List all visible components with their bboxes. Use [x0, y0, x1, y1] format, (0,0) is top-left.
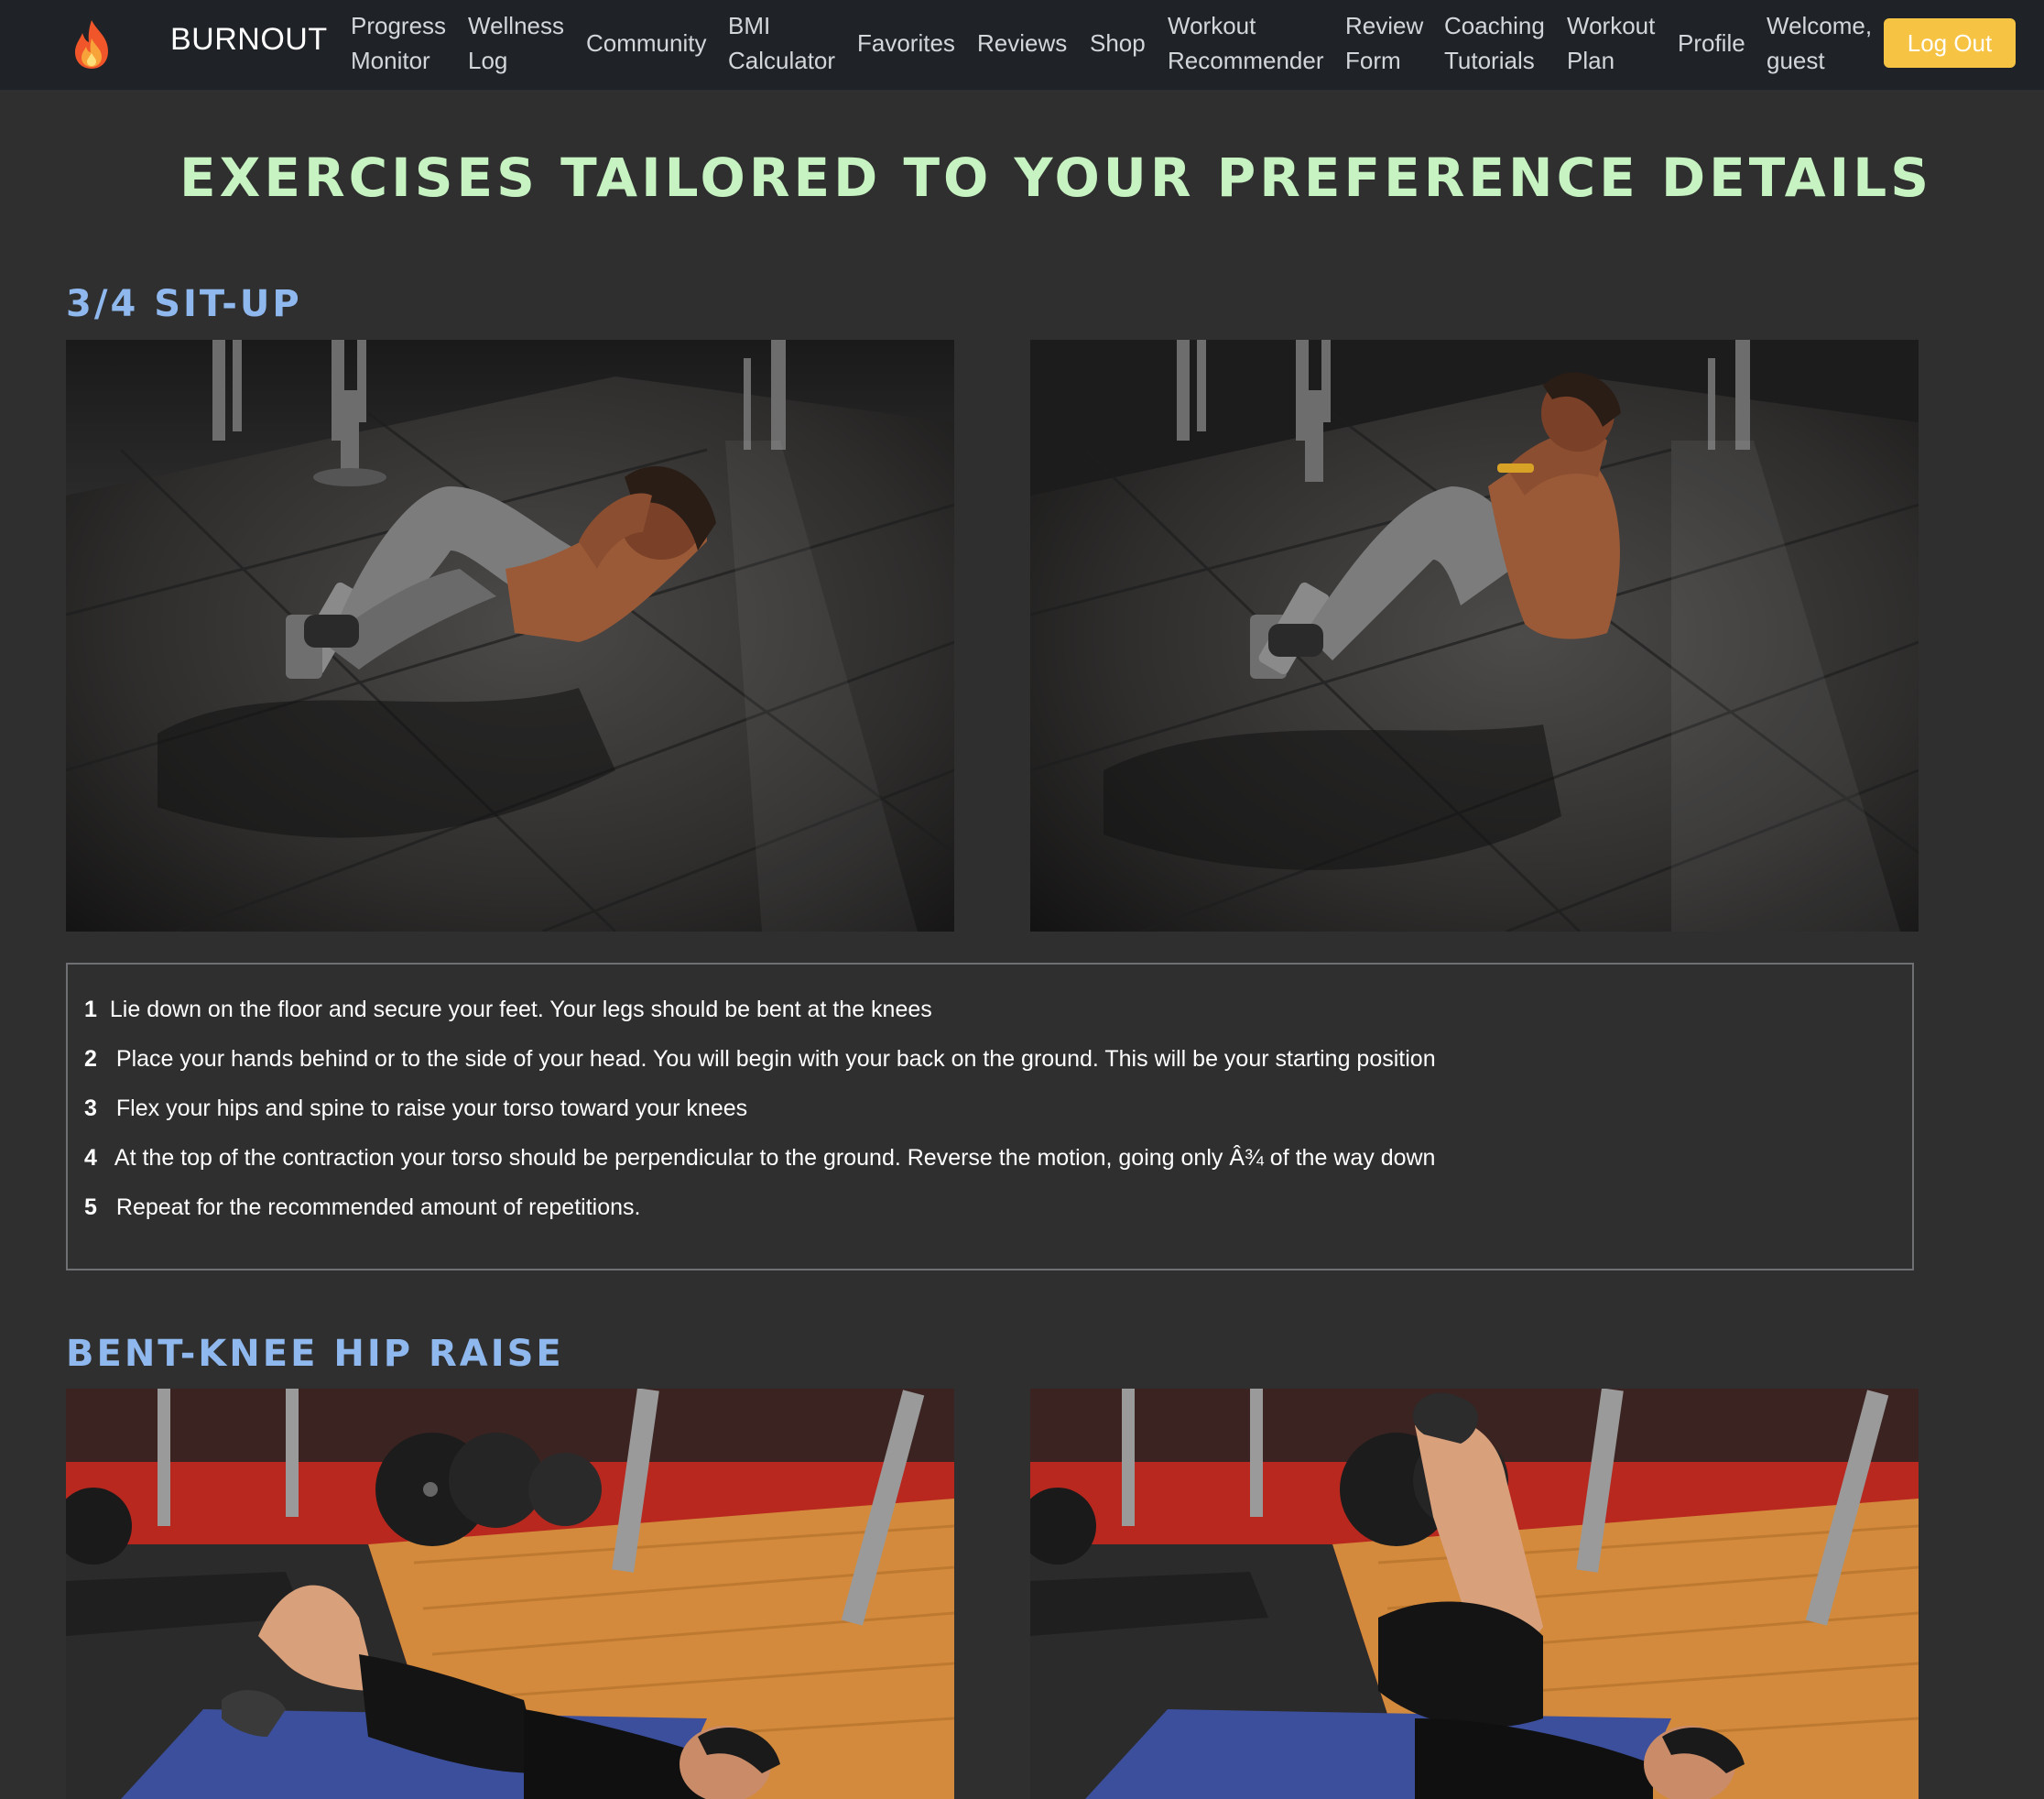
nav-reviews[interactable]: Reviews [977, 26, 1067, 60]
nav-bmi-calculator[interactable]: BMI Calculator [728, 8, 835, 78]
step-number: 1 [84, 997, 97, 1022]
nav-progress-monitor[interactable]: Progress Monitor [351, 8, 446, 78]
nav-shop[interactable]: Shop [1090, 26, 1146, 60]
step-number: 2 [84, 1046, 97, 1072]
step-text: Flex your hips and spine to raise your t… [115, 1096, 748, 1121]
nav-workout-plan[interactable]: Workout Plan [1567, 8, 1655, 78]
flame-icon[interactable] [70, 18, 114, 70]
brand-name[interactable]: BURNOUT [170, 22, 328, 58]
logout-button[interactable]: Log Out [1884, 18, 2016, 68]
exercise-photo-start [66, 340, 954, 932]
step-text: Place your hands behind or to the side o… [115, 1046, 1436, 1072]
step-item: 5 Repeat for the recommended amount of re… [84, 1194, 640, 1221]
top-navbar: BURNOUT Progress Monitor Wellness Log Co… [0, 0, 2044, 91]
nav-favorites[interactable]: Favorites [857, 26, 955, 60]
exercise-photo-start [66, 1389, 954, 1799]
exercise-steps: 1 Lie down on the floor and secure your f… [66, 963, 1914, 1270]
step-item: 2 Place your hands behind or to the side … [84, 1046, 1436, 1073]
step-text: At the top of the contraction your torso… [114, 1145, 1436, 1171]
nav-profile[interactable]: Profile [1678, 26, 1745, 60]
exercise-photo-end [1030, 340, 1919, 932]
step-text: Lie down on the floor and secure your fe… [109, 997, 932, 1022]
nav-coaching-tutorials[interactable]: Coaching Tutorials [1444, 8, 1545, 78]
nav-workout-recommender[interactable]: Workout Recommender [1168, 8, 1324, 78]
step-item: 1 Lie down on the floor and secure your f… [84, 997, 932, 1023]
page-title: EXERCISES TAILORED TO YOUR PREFERENCE DE… [179, 147, 1932, 209]
step-number: 4 [84, 1145, 97, 1171]
step-item: 4 At the top of the contraction your tors… [84, 1145, 1435, 1172]
step-number: 3 [84, 1096, 97, 1121]
nav-wellness-log[interactable]: Wellness Log [468, 8, 564, 78]
welcome-text: Welcome, guest [1767, 12, 1873, 74]
step-number: 5 [84, 1194, 97, 1220]
exercise-photo-end [1030, 1389, 1919, 1799]
nav-review-form[interactable]: Review Form [1345, 8, 1423, 78]
nav-community[interactable]: Community [586, 26, 706, 60]
step-text: Repeat for the recommended amount of rep… [115, 1194, 641, 1220]
exercise-title: 3/4 SIT-UP [66, 283, 302, 325]
step-item: 3 Flex your hips and spine to raise your … [84, 1096, 747, 1122]
exercise-title: BENT-KNEE HIP RAISE [66, 1333, 564, 1375]
